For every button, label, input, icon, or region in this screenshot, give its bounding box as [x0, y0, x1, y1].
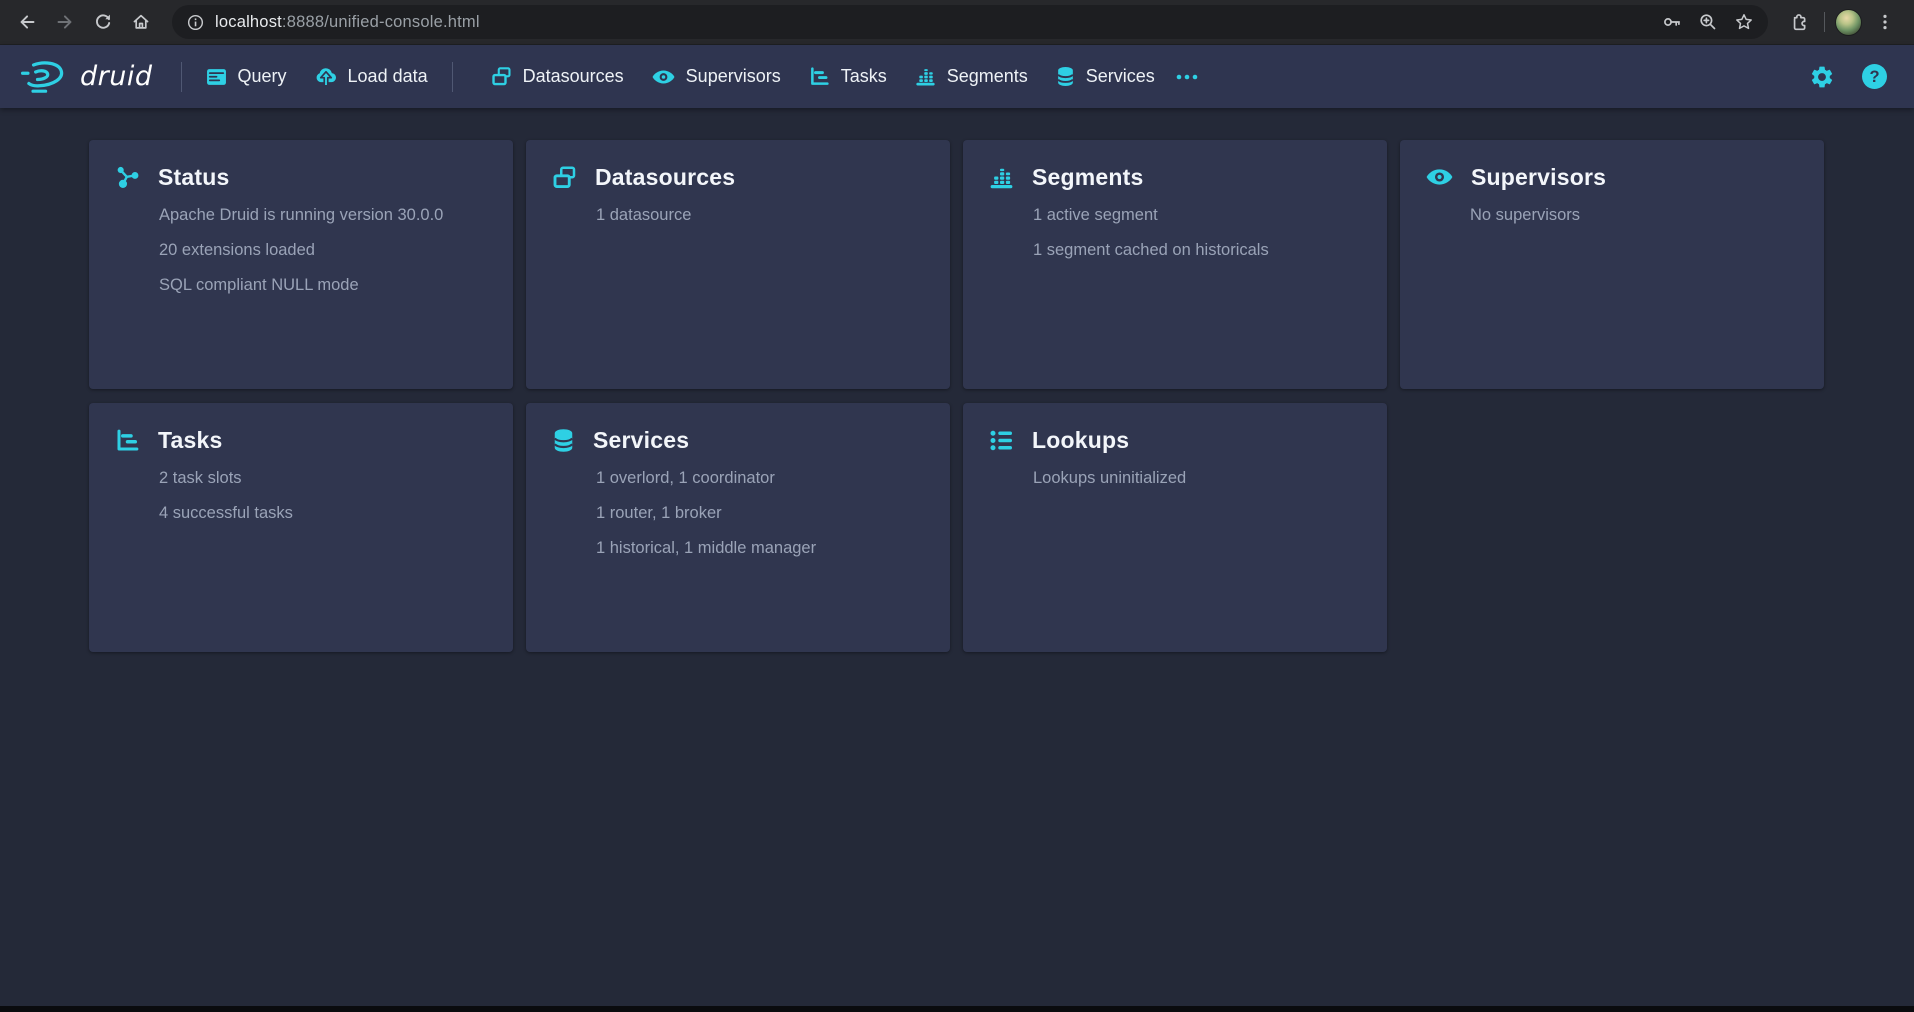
forward-button[interactable]: [46, 3, 84, 41]
nav-more-button[interactable]: [1169, 59, 1205, 95]
home-icon: [131, 12, 151, 32]
tasks-card[interactable]: Tasks 2 task slots 4 successful tasks: [89, 403, 513, 652]
cloud-upload-icon: [315, 66, 337, 87]
stacked-chart-icon: [915, 66, 936, 87]
navbar-divider: [452, 62, 453, 92]
eye-icon: [1426, 168, 1453, 186]
brand-name: druid: [80, 61, 153, 92]
layers-icon: [491, 66, 512, 87]
nav-item-supervisors[interactable]: Supervisors: [638, 57, 795, 96]
reload-icon: [93, 12, 113, 32]
card-title: Status: [158, 164, 230, 191]
card-line: Apache Druid is running version 30.0.0: [159, 198, 487, 233]
puzzle-icon: [1789, 12, 1810, 33]
card-title: Segments: [1032, 164, 1144, 191]
key-icon: [1662, 12, 1682, 32]
url-path: :8888/unified-console.html: [282, 13, 480, 31]
card-line: No supervisors: [1470, 198, 1798, 233]
card-title: Tasks: [158, 427, 223, 454]
card-title: Services: [593, 427, 689, 454]
home-button[interactable]: [122, 3, 160, 41]
nav-item-label: Segments: [947, 66, 1028, 87]
database-icon: [1056, 66, 1075, 87]
nav-item-datasources[interactable]: Datasources: [477, 57, 638, 96]
card-line: 1 datasource: [596, 198, 924, 233]
layers-icon: [552, 165, 577, 190]
eye-icon: [652, 69, 675, 85]
stacked-chart-icon: [989, 165, 1014, 190]
database-icon: [552, 428, 575, 453]
nav-item-label: Tasks: [841, 66, 887, 87]
settings-button[interactable]: [1804, 59, 1840, 95]
gantt-icon: [115, 428, 140, 453]
card-line: 2 task slots: [159, 461, 487, 496]
password-manager-button[interactable]: [1656, 6, 1688, 38]
navbar-divider: [181, 62, 182, 92]
card-title: Supervisors: [1471, 164, 1606, 191]
supervisors-card[interactable]: Supervisors No supervisors: [1400, 140, 1824, 389]
druid-logo-icon: [20, 59, 68, 95]
star-icon: [1734, 12, 1754, 32]
help-button[interactable]: ?: [1856, 59, 1892, 95]
gantt-icon: [809, 66, 830, 87]
card-line: Lookups uninitialized: [1033, 461, 1361, 496]
nav-item-query[interactable]: Query: [192, 57, 301, 96]
card-line: 4 successful tasks: [159, 496, 487, 531]
nav-item-load-data[interactable]: Load data: [301, 57, 442, 96]
nav-item-label: Services: [1086, 66, 1155, 87]
nav-item-tasks[interactable]: Tasks: [795, 57, 901, 96]
segments-card[interactable]: Segments 1 active segment 1 segment cach…: [963, 140, 1387, 389]
extensions-button[interactable]: [1780, 3, 1818, 41]
url-bar[interactable]: localhost:8888/unified-console.html: [172, 5, 1768, 39]
window-edge: [0, 1006, 1914, 1012]
datasources-card[interactable]: Datasources 1 datasource: [526, 140, 950, 389]
gear-icon: [1809, 64, 1835, 90]
card-title: Lookups: [1032, 427, 1129, 454]
card-line: SQL compliant NULL mode: [159, 268, 487, 303]
nav-item-services[interactable]: Services: [1042, 57, 1169, 96]
card-line: 20 extensions loaded: [159, 233, 487, 268]
bookmark-button[interactable]: [1728, 6, 1760, 38]
status-card[interactable]: Status Apache Druid is running version 3…: [89, 140, 513, 389]
url-host: localhost: [215, 13, 282, 31]
forward-icon: [55, 12, 75, 32]
site-info-icon[interactable]: [186, 13, 205, 32]
list-icon: [989, 429, 1014, 452]
card-line: 1 overlord, 1 coordinator: [596, 461, 924, 496]
services-card[interactable]: Services 1 overlord, 1 coordinator 1 rou…: [526, 403, 950, 652]
nav-item-label: Supervisors: [686, 66, 781, 87]
card-line: 1 segment cached on historicals: [1033, 233, 1361, 268]
reload-button[interactable]: [84, 3, 122, 41]
url-text[interactable]: localhost:8888/unified-console.html: [215, 13, 1656, 32]
svg-text:?: ?: [1869, 68, 1879, 86]
browser-toolbar: localhost:8888/unified-console.html: [0, 0, 1914, 45]
graph-icon: [115, 165, 140, 190]
back-icon: [17, 12, 37, 32]
browser-menu-button[interactable]: [1866, 3, 1904, 41]
card-title: Datasources: [595, 164, 735, 191]
card-line: 1 active segment: [1033, 198, 1361, 233]
druid-home-button[interactable]: druid: [20, 59, 171, 95]
help-icon: ?: [1861, 63, 1888, 90]
card-line: 1 historical, 1 middle manager: [596, 531, 924, 566]
more-icon: [1175, 73, 1199, 81]
lookups-card[interactable]: Lookups Lookups uninitialized: [963, 403, 1387, 652]
back-button[interactable]: [8, 3, 46, 41]
query-icon: [206, 67, 227, 87]
nav-item-label: Load data: [348, 66, 428, 87]
nav-item-label: Query: [238, 66, 287, 87]
app-navbar: druid Query Load data Datasources: [0, 45, 1914, 108]
card-line: 1 router, 1 broker: [596, 496, 924, 531]
nav-item-label: Datasources: [523, 66, 624, 87]
zoom-button[interactable]: [1692, 6, 1724, 38]
profile-avatar[interactable]: [1835, 9, 1862, 36]
nav-item-segments[interactable]: Segments: [901, 57, 1042, 96]
zoom-in-icon: [1698, 12, 1718, 32]
dashboard-grid: Status Apache Druid is running version 3…: [0, 108, 1914, 652]
toolbar-divider: [1824, 12, 1825, 32]
kebab-menu-icon: [1876, 13, 1894, 31]
